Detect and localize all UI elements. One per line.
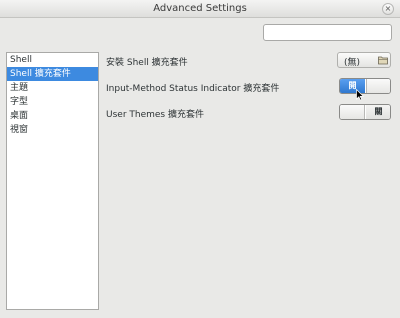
sidebar-item-fonts[interactable]: 字型 (7, 95, 98, 109)
title-bar: Advanced Settings × (0, 0, 400, 18)
input-method-indicator-label: Input-Method Status Indicator 擴充套件 (106, 84, 280, 94)
search-field[interactable] (263, 24, 392, 41)
close-button[interactable]: × (382, 3, 394, 15)
search-input[interactable] (264, 25, 391, 40)
sidebar-item-theme[interactable]: 主題 (7, 81, 98, 95)
close-icon: × (384, 4, 392, 13)
switch-knob[interactable] (340, 105, 365, 119)
user-themes-label: User Themes 擴充套件 (106, 110, 204, 120)
file-chooser-label: (無) (344, 58, 361, 68)
input-method-indicator-switch[interactable]: 開 (339, 78, 391, 94)
sidebar: Shell Shell 擴充套件 主題 字型 桌面 視窗 (6, 52, 99, 310)
sidebar-item-shell-extensions[interactable]: Shell 擴充套件 (7, 67, 98, 81)
extension-file-chooser-button[interactable]: (無) (337, 52, 391, 68)
install-extension-label: 安裝 Shell 擴充套件 (106, 58, 188, 68)
window-title: Advanced Settings (153, 3, 247, 14)
folder-open-icon (378, 56, 388, 65)
sidebar-item-desktop[interactable]: 桌面 (7, 109, 98, 123)
switch-knob[interactable] (366, 79, 390, 93)
switch-off-text: 關 (366, 105, 390, 119)
sidebar-item-shell[interactable]: Shell (7, 53, 98, 67)
sidebar-item-windows[interactable]: 視窗 (7, 123, 98, 137)
mouse-pointer-icon (356, 89, 364, 101)
user-themes-switch[interactable]: 關 (339, 104, 391, 120)
